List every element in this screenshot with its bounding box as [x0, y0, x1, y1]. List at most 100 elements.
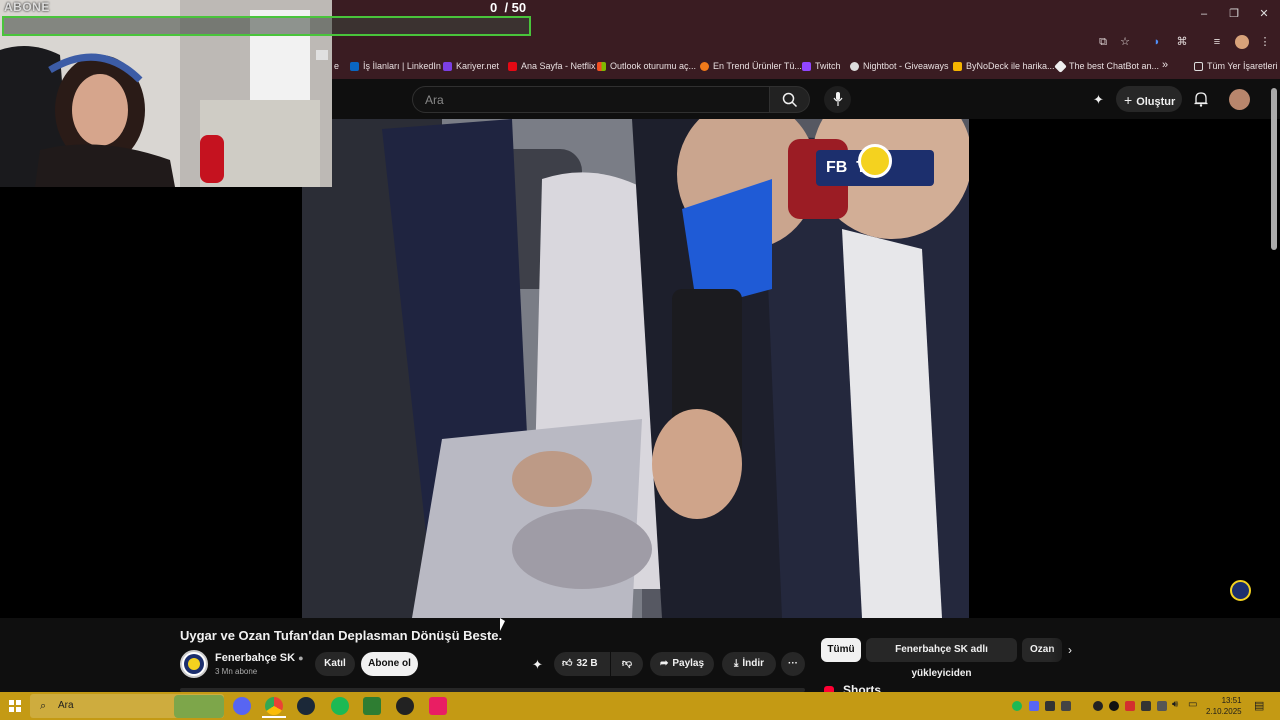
download-button[interactable]: ⤓ İndir: [722, 652, 776, 676]
voice-search-button[interactable]: [824, 86, 851, 113]
bookmark-bynodeck[interactable]: ByNoDeck ile harika...: [953, 61, 1055, 71]
dislike-button[interactable]: 👎︎: [611, 652, 643, 676]
tray-discord-icon[interactable]: [1029, 701, 1039, 711]
chip-from-uploader[interactable]: Fenerbahçe SK adlı yükleyiciden: [866, 638, 1017, 679]
bookmark-label: Nightbot - Giveaways: [863, 61, 949, 71]
tray-record-icon[interactable]: [1125, 701, 1135, 711]
chrome-icon[interactable]: [265, 697, 283, 715]
video-frame[interactable]: [302, 119, 969, 618]
more-actions-button[interactable]: ···: [781, 652, 805, 676]
channel-name[interactable]: Fenerbahçe SK ●: [215, 652, 304, 664]
ask-sparkle-icon[interactable]: ✦: [532, 657, 548, 673]
bookmark-twitch[interactable]: Twitch: [802, 61, 841, 71]
bookmark-label: En Trend Ürünler Tü...: [713, 61, 802, 71]
restore-icon[interactable]: ❐: [1226, 6, 1242, 22]
search-button[interactable]: [770, 86, 810, 113]
search-highlight-image: [174, 695, 224, 718]
reading-list-icon[interactable]: ≡: [1210, 35, 1224, 49]
bookmark-label: ByNoDeck ile harika...: [966, 61, 1055, 71]
tray-app2-icon[interactable]: [1157, 701, 1167, 711]
channel-avatar[interactable]: [180, 650, 208, 678]
taskbar-clock[interactable]: 13:51 2.10.2025: [1206, 695, 1242, 717]
bookmarks-overflow-button[interactable]: »: [1162, 59, 1168, 71]
page-scrollbar[interactable]: [1271, 88, 1277, 250]
windows-start-icon[interactable]: [9, 700, 21, 712]
download-icon: ⤓: [733, 658, 739, 669]
netflix-icon: [508, 61, 517, 71]
tray-obs-icon[interactable]: [1093, 701, 1103, 711]
minimize-icon[interactable]: –: [1196, 6, 1212, 22]
mouse-cursor: [500, 618, 505, 631]
taskbar-search-icon: ⌕: [40, 700, 47, 712]
thumbs-down-icon: 👎︎: [621, 658, 633, 669]
close-icon[interactable]: ✕: [1256, 6, 1272, 22]
create-label: Oluştur: [1136, 96, 1176, 108]
bookmark-label: Tüm Yer İşaretleri: [1207, 61, 1278, 71]
obs-icon[interactable]: [396, 697, 414, 715]
bookmark-item[interactable]: e: [334, 61, 339, 71]
bookmark-label: e: [334, 61, 340, 71]
create-button[interactable]: + Oluştur: [1116, 86, 1182, 112]
share-arrow-icon: ➦: [659, 658, 669, 669]
profile-avatar[interactable]: [1235, 35, 1249, 49]
like-count: 32 B: [576, 658, 598, 669]
bookmark-star-icon[interactable]: ☆: [1118, 35, 1132, 49]
download-label: İndir: [742, 658, 765, 669]
tray-app-icon[interactable]: [1045, 701, 1055, 711]
extension-audio-icon[interactable]: ◗: [1150, 35, 1164, 49]
subscribe-button[interactable]: Abone ol: [361, 652, 418, 676]
streamlabs-icon[interactable]: [429, 697, 447, 715]
excel-icon[interactable]: [363, 697, 381, 715]
microsoft-icon: [597, 61, 606, 71]
thumbs-up-icon: 👍︎: [562, 658, 573, 669]
chips-fade: [1050, 638, 1080, 662]
goal-counter: 0 / 50: [490, 0, 527, 15]
install-app-icon[interactable]: ⧉: [1096, 35, 1110, 49]
bookmark-nightbot[interactable]: Nightbot - Giveaways: [850, 61, 949, 71]
chrome-menu-icon[interactable]: ⋮: [1258, 35, 1272, 49]
bookmark-chatbot[interactable]: The best ChatBot an...: [1054, 59, 1160, 73]
discord-icon[interactable]: [233, 697, 251, 715]
account-avatar[interactable]: [1229, 89, 1250, 110]
bynodeck-icon: [953, 61, 962, 71]
volume-icon[interactable]: 🔊︎: [1172, 699, 1178, 710]
goal-label: ABONE: [4, 0, 50, 14]
tray-controller-icon[interactable]: [1061, 701, 1071, 711]
video-title: Uygar ve Ozan Tufan'dan Deplasman Dönüşü…: [180, 628, 503, 643]
extensions-puzzle-icon[interactable]: ⌘: [1175, 35, 1189, 49]
clock-date: 2.10.2025: [1206, 707, 1242, 716]
tray-network-icon[interactable]: [1141, 701, 1151, 711]
join-button[interactable]: Katıl: [315, 652, 355, 676]
subscriber-count: 3 Mn abone: [215, 667, 258, 676]
bookmark-netflix[interactable]: Ana Sayfa - Netflix: [508, 61, 596, 71]
chevron-right-icon[interactable]: ›: [1068, 643, 1072, 657]
channel-watermark-icon[interactable]: [1230, 580, 1251, 601]
notifications-bell-icon[interactable]: [1194, 91, 1208, 107]
linkedin-icon: [350, 61, 359, 71]
notification-center-icon[interactable]: ▤: [1254, 699, 1264, 712]
display-icon[interactable]: ▭: [1188, 699, 1197, 710]
bookmark-label: Twitch: [815, 61, 841, 71]
spotify-icon[interactable]: [331, 697, 349, 715]
chip-all[interactable]: Tümü: [821, 638, 861, 662]
bookmark-label: The best ChatBot an...: [1069, 61, 1160, 71]
tray-spotify-icon[interactable]: [1012, 701, 1022, 711]
steam-icon[interactable]: [297, 697, 315, 715]
subscriber-goal-bar: [2, 16, 531, 36]
search-placeholder: Ara: [425, 93, 444, 107]
assistant-sparkle-icon[interactable]: ✦: [1093, 92, 1109, 108]
like-button[interactable]: 👍︎ 32 B: [554, 652, 610, 676]
bookmark-kariyer[interactable]: Kariyer.net: [443, 61, 499, 71]
bookmark-trend[interactable]: En Trend Ürünler Tü...: [700, 61, 802, 71]
fenerbahce-logo-icon: [184, 654, 204, 674]
bookmark-outlook[interactable]: Outlook oturumu aç...: [597, 61, 696, 71]
video-scene: [302, 119, 969, 618]
bookmark-all-folder[interactable]: Tüm Yer İşaretleri: [1194, 61, 1278, 71]
clock-time: 13:51: [1221, 696, 1242, 705]
tray-google-icon[interactable]: [1109, 701, 1119, 711]
share-button[interactable]: ➦ Paylaş: [650, 652, 714, 676]
bookmark-linkedin[interactable]: İş İlanları | LinkedIn: [350, 61, 441, 71]
search-input[interactable]: Ara: [412, 86, 770, 113]
nightbot-icon: [850, 61, 859, 71]
bookmark-label: Kariyer.net: [456, 61, 500, 71]
